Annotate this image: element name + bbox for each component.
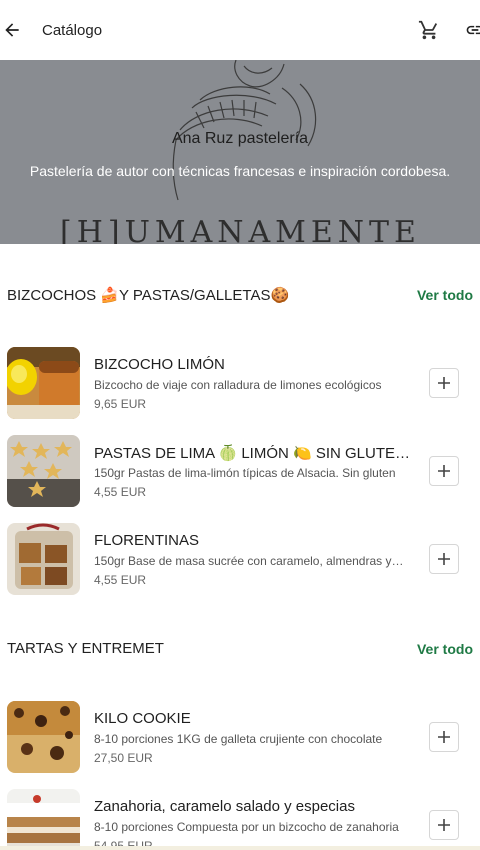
- product-name: KILO COOKIE: [94, 710, 191, 727]
- store-banner: Ana Ruz pastelería Pastelería de autor c…: [0, 60, 480, 244]
- store-description: Pastelería de autor con técnicas frances…: [29, 163, 451, 179]
- plus-icon: [438, 377, 450, 389]
- product-price: 9,65 EUR: [94, 397, 147, 411]
- cart-icon[interactable]: [418, 19, 440, 41]
- brand-logo: [H]UMANAMENTE: [60, 215, 421, 244]
- product-price: 27,50 EUR: [94, 751, 153, 765]
- section-title: BIZCOCHOS 🍰Y PASTAS/GALLETAS🍪: [7, 287, 290, 304]
- store-name: Ana Ruz pastelería: [171, 130, 309, 147]
- product-item[interactable]: PASTAS DE LIMA 🍈 LIMÓN 🍋 SIN GLUTEN 100%…: [0, 435, 480, 511]
- product-price: 4,55 EUR: [94, 573, 147, 587]
- product-photo-pastas-lima: [7, 435, 80, 507]
- product-item[interactable]: KILO COOKIE 8-10 porciones 1KG de gallet…: [0, 701, 480, 777]
- plus-icon: [438, 553, 450, 565]
- product-photo-bizcocho-limon: [7, 347, 80, 419]
- add-to-cart-button[interactable]: [429, 544, 459, 574]
- arrow-left-icon[interactable]: [2, 20, 22, 40]
- product-description: 150gr Pastas de lima-limón típicas de Al…: [94, 466, 396, 480]
- section-title: TARTAS Y ENTREMET: [7, 640, 164, 657]
- add-to-cart-button[interactable]: [429, 368, 459, 398]
- see-all-link[interactable]: Ver todo: [417, 641, 473, 657]
- product-price: 4,55 EUR: [94, 485, 147, 499]
- product-photo-zanahoria: [7, 789, 80, 850]
- product-description: 8-10 porciones Compuesta por un bizcocho…: [94, 820, 399, 834]
- plus-icon: [438, 819, 450, 831]
- product-description: 150gr Base de masa sucrée con caramelo, …: [94, 554, 406, 568]
- link-icon[interactable]: [464, 20, 480, 40]
- product-name: BIZCOCHO LIMÓN: [94, 356, 225, 373]
- plus-icon: [438, 731, 450, 743]
- add-to-cart-button[interactable]: [429, 722, 459, 752]
- product-item[interactable]: BIZCOCHO LIMÓN Bizcocho de viaje con ral…: [0, 347, 480, 423]
- section-header-tartas: TARTAS Y ENTREMET Ver todo: [0, 637, 480, 661]
- product-name: FLORENTINAS: [94, 532, 200, 549]
- product-name: PASTAS DE LIMA 🍈 LIMÓN 🍋 SIN GLUTEN 100%: [94, 445, 414, 462]
- see-all-link[interactable]: Ver todo: [417, 287, 473, 303]
- product-item[interactable]: FLORENTINAS 150gr Base de masa sucrée co…: [0, 523, 480, 599]
- bottom-divider: [0, 846, 480, 850]
- section-header-bizcochos: BIZCOCHOS 🍰Y PASTAS/GALLETAS🍪 Ver todo: [0, 283, 480, 307]
- product-photo-kilo-cookie: [7, 701, 80, 773]
- product-name: Zanahoria, caramelo salado y especias: [94, 798, 355, 815]
- product-description: 8-10 porciones 1KG de galleta crujiente …: [94, 732, 383, 746]
- product-photo-florentinas: [7, 523, 80, 595]
- top-app-bar: Catálogo: [0, 0, 480, 60]
- plus-icon: [438, 465, 450, 477]
- page-title: Catálogo: [42, 22, 103, 39]
- add-to-cart-button[interactable]: [429, 810, 459, 840]
- add-to-cart-button[interactable]: [429, 456, 459, 486]
- product-item[interactable]: Zanahoria, caramelo salado y especias 8-…: [0, 789, 480, 850]
- product-description: Bizcocho de viaje con ralladura de limon…: [94, 378, 382, 392]
